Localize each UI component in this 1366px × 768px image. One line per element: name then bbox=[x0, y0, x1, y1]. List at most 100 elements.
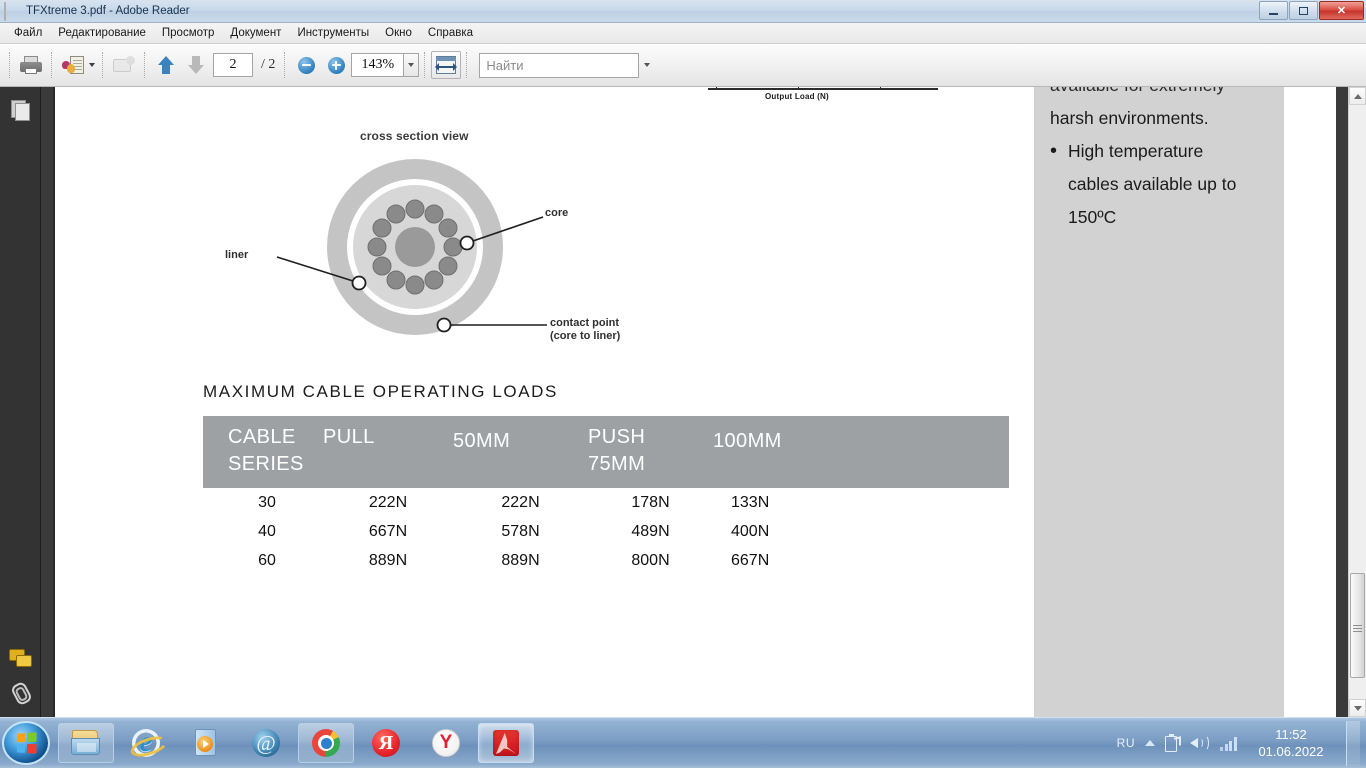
toolbar: 2 / 2 143% Найти bbox=[0, 44, 1366, 87]
cell-pull: 667N bbox=[323, 517, 453, 546]
start-button[interactable] bbox=[2, 721, 50, 765]
column-header-50mm: 50MM bbox=[453, 416, 588, 488]
menu-document[interactable]: Документ bbox=[222, 25, 289, 41]
close-button[interactable]: ✕ bbox=[1319, 1, 1364, 20]
minimize-button[interactable] bbox=[1259, 1, 1288, 20]
cell-100mm: 667N bbox=[713, 546, 1009, 575]
loads-table: CABLE SERIES PULL 50MM bbox=[203, 416, 1009, 575]
email-icon bbox=[113, 56, 135, 74]
taskbar-internet-explorer[interactable] bbox=[118, 723, 174, 763]
taskbar-yandex[interactable]: Я bbox=[358, 723, 414, 763]
page-thumbnails-button[interactable] bbox=[5, 95, 35, 125]
toolbar-separator bbox=[102, 52, 104, 78]
printer-icon bbox=[20, 56, 42, 74]
restore-button[interactable] bbox=[1289, 1, 1318, 20]
language-indicator[interactable]: RU bbox=[1117, 736, 1135, 750]
next-page-button[interactable] bbox=[181, 51, 211, 79]
toolbar-separator bbox=[424, 52, 426, 78]
title-bar: TFXtreme 3.pdf - Adobe Reader ✕ bbox=[0, 0, 1366, 23]
side-panel-content: available for extremely harsh environmen… bbox=[1034, 87, 1284, 234]
scrollbar-thumb[interactable] bbox=[1350, 573, 1365, 678]
menu-edit[interactable]: Редактирование bbox=[50, 25, 154, 41]
clock-time: 11:52 bbox=[1252, 726, 1330, 743]
toolbar-separator bbox=[144, 52, 146, 78]
pages-thumbnail-icon bbox=[11, 100, 29, 120]
zoom-dropdown-button[interactable] bbox=[403, 53, 419, 77]
print-button[interactable] bbox=[16, 51, 46, 79]
bullet-icon: • bbox=[1050, 135, 1068, 168]
show-hidden-icons-icon[interactable] bbox=[1145, 740, 1155, 746]
arrow-down-icon bbox=[187, 55, 205, 75]
contact-line-1: contact point bbox=[550, 317, 619, 329]
google-chrome-icon bbox=[312, 729, 340, 757]
cell-100mm: 133N bbox=[713, 488, 1009, 517]
page-number-input[interactable]: 2 bbox=[213, 53, 253, 77]
yandex-browser-icon: Y bbox=[432, 729, 460, 757]
previous-page-button[interactable] bbox=[151, 51, 181, 79]
acrobat-document-icon bbox=[4, 3, 20, 19]
menu-help[interactable]: Справка bbox=[420, 25, 481, 41]
table-header: CABLE SERIES PULL 50MM bbox=[203, 416, 1009, 488]
column-header-push-75mm: PUSH 75MM bbox=[588, 416, 713, 488]
zoom-out-button[interactable] bbox=[291, 51, 321, 79]
taskbar: @ Я Y RU 11:52 01.06.2022 bbox=[0, 717, 1366, 768]
fit-width-button[interactable] bbox=[431, 51, 461, 79]
taskbar-yandex-browser[interactable]: Y bbox=[418, 723, 474, 763]
vertical-scrollbar[interactable] bbox=[1348, 87, 1366, 717]
comments-button[interactable] bbox=[5, 643, 35, 673]
maximum-loads-section: MAXIMUM CABLE OPERATING LOADS CABLE SERI… bbox=[203, 382, 1013, 575]
menu-tools[interactable]: Инструменты bbox=[289, 25, 377, 41]
zoom-level-input[interactable]: 143% bbox=[351, 53, 403, 77]
taskbar-explorer[interactable] bbox=[58, 723, 114, 763]
menu-window[interactable]: Окно bbox=[377, 25, 420, 41]
attachment-paperclip-icon bbox=[10, 682, 30, 702]
bullet-line-2: cables available up to bbox=[1068, 168, 1236, 201]
navigation-pane bbox=[0, 87, 41, 717]
comments-icon bbox=[9, 649, 31, 667]
cell-100mm: 400N bbox=[713, 517, 1009, 546]
scroll-down-arrow-icon bbox=[1354, 706, 1362, 711]
volume-icon[interactable] bbox=[1190, 734, 1210, 752]
network-signal-icon[interactable] bbox=[1220, 736, 1238, 751]
table-header-row: CABLE SERIES PULL 50MM bbox=[203, 416, 1009, 488]
zoom-in-icon bbox=[328, 57, 345, 74]
scrollbar-track[interactable] bbox=[1349, 105, 1366, 699]
show-desktop-button[interactable] bbox=[1346, 721, 1360, 766]
chart-axis-title: Output Load (N) bbox=[765, 92, 829, 101]
side-panel-line: harsh environments. bbox=[1050, 102, 1262, 135]
cell-50mm: 889N bbox=[453, 546, 588, 575]
save-as-button[interactable] bbox=[58, 51, 88, 79]
diagram-title: cross section view bbox=[360, 129, 469, 143]
scroll-down-button[interactable] bbox=[1349, 699, 1366, 717]
page-side-panel: available for extremely harsh environmen… bbox=[1034, 87, 1284, 717]
cell-series: 30 bbox=[203, 488, 323, 517]
chevron-down-icon[interactable] bbox=[89, 63, 95, 67]
clock[interactable]: 11:52 01.06.2022 bbox=[1248, 726, 1334, 760]
toolbar-separator bbox=[284, 52, 286, 78]
chart-axis-remnant: 320 540 760 Output Load (N) bbox=[650, 87, 980, 107]
toolbar-separator bbox=[9, 52, 11, 78]
cross-section-diagram: cross section view bbox=[225, 129, 655, 359]
scroll-up-button[interactable] bbox=[1349, 87, 1366, 105]
header-line-2: SERIES bbox=[228, 453, 323, 476]
menu-file[interactable]: Файл bbox=[6, 25, 50, 41]
taskbar-chrome[interactable] bbox=[298, 723, 354, 763]
windows-media-player-icon bbox=[193, 729, 219, 757]
menu-view[interactable]: Просмотр bbox=[154, 25, 223, 41]
table-row: 40 667N 578N 489N 400N bbox=[203, 517, 1009, 546]
clock-date: 01.06.2022 bbox=[1252, 743, 1330, 760]
zoom-in-button[interactable] bbox=[321, 51, 351, 79]
search-dropdown-button[interactable] bbox=[639, 53, 655, 78]
document-scroll-area[interactable]: 320 540 760 Output Load (N) cross sectio… bbox=[41, 87, 1348, 717]
taskbar-adobe-reader[interactable] bbox=[478, 723, 534, 763]
cell-series: 60 bbox=[203, 546, 323, 575]
chart-tick bbox=[798, 87, 799, 89]
attachments-button[interactable] bbox=[5, 677, 35, 707]
battery-plugged-icon[interactable] bbox=[1165, 734, 1180, 753]
windows-logo-icon bbox=[17, 732, 37, 753]
search-input[interactable]: Найти bbox=[479, 53, 639, 78]
taskbar-mail[interactable]: @ bbox=[238, 723, 294, 763]
cell-50mm: 578N bbox=[453, 517, 588, 546]
taskbar-media-player[interactable] bbox=[178, 723, 234, 763]
header-line-1: PULL bbox=[323, 426, 453, 449]
